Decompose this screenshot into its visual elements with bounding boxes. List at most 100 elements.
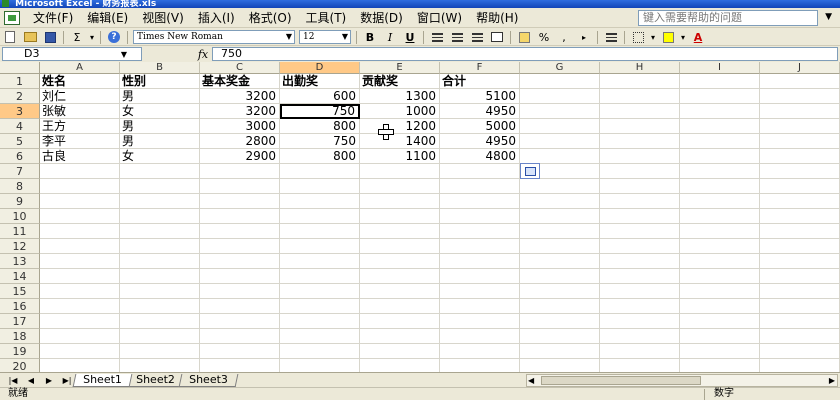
cell-h5[interactable] [600,134,680,149]
cell-j15[interactable] [760,284,840,299]
cell-f20[interactable] [440,359,520,372]
row-header-20[interactable]: 20 [0,359,40,372]
cell-c3[interactable]: 3200 [200,104,280,119]
row-header-5[interactable]: 5 [0,134,40,149]
cell-c11[interactable] [200,224,280,239]
cell-c12[interactable] [200,239,280,254]
cell-h10[interactable] [600,209,680,224]
cell-d17[interactable] [280,314,360,329]
cell-a9[interactable] [40,194,120,209]
cell-e1[interactable]: 贡献奖 [360,74,440,89]
cell-e19[interactable] [360,344,440,359]
cell-f15[interactable] [440,284,520,299]
cell-f3[interactable]: 4950 [440,104,520,119]
cell-a6[interactable]: 古良 [40,149,120,164]
cell-a18[interactable] [40,329,120,344]
menu-window[interactable]: 窗口(W) [410,9,469,27]
cell-b7[interactable] [120,164,200,179]
row-header-2[interactable]: 2 [0,89,40,104]
row-header-13[interactable]: 13 [0,254,40,269]
cell-c17[interactable] [200,314,280,329]
currency-button[interactable] [515,30,533,45]
row-header-7[interactable]: 7 [0,164,40,179]
scroll-right-icon[interactable]: ▶ [829,375,835,386]
row-header-6[interactable]: 6 [0,149,40,164]
row-header-1[interactable]: 1 [0,74,40,89]
menu-view[interactable]: 视图(V) [135,9,191,27]
cell-a17[interactable] [40,314,120,329]
cell-i17[interactable] [680,314,760,329]
cell-h17[interactable] [600,314,680,329]
row-header-11[interactable]: 11 [0,224,40,239]
menu-tools[interactable]: 工具(T) [299,9,354,27]
cell-b17[interactable] [120,314,200,329]
cell-i7[interactable] [680,164,760,179]
scroll-thumb[interactable] [541,376,701,385]
previous-sheet-icon[interactable]: ◀ [22,376,40,385]
cell-f16[interactable] [440,299,520,314]
cell-c8[interactable] [200,179,280,194]
cell-f2[interactable]: 5100 [440,89,520,104]
cell-h2[interactable] [600,89,680,104]
cell-b20[interactable] [120,359,200,372]
cell-a13[interactable] [40,254,120,269]
cell-e10[interactable] [360,209,440,224]
cell-g4[interactable] [520,119,600,134]
cell-a12[interactable] [40,239,120,254]
next-sheet-icon[interactable]: ▶ [40,376,58,385]
cell-d16[interactable] [280,299,360,314]
cell-b9[interactable] [120,194,200,209]
fill-color-button[interactable] [659,30,677,45]
align-left-button[interactable] [428,30,446,45]
first-sheet-icon[interactable]: |◀ [4,376,22,385]
cell-j14[interactable] [760,269,840,284]
cell-f10[interactable] [440,209,520,224]
cell-a2[interactable]: 刘仁 [40,89,120,104]
cell-b10[interactable] [120,209,200,224]
row-header-14[interactable]: 14 [0,269,40,284]
menu-help[interactable]: 帮助(H) [469,9,525,27]
cell-i18[interactable] [680,329,760,344]
row-header-8[interactable]: 8 [0,179,40,194]
cell-i11[interactable] [680,224,760,239]
cell-e8[interactable] [360,179,440,194]
cell-c5[interactable]: 2800 [200,134,280,149]
cell-i8[interactable] [680,179,760,194]
cell-b18[interactable] [120,329,200,344]
sheet-tab-sheet1[interactable]: Sheet1 [72,373,133,387]
cell-d7[interactable] [280,164,360,179]
cell-b16[interactable] [120,299,200,314]
menu-file[interactable]: 文件(F) [26,9,80,27]
cell-e15[interactable] [360,284,440,299]
cell-d9[interactable] [280,194,360,209]
cell-d6[interactable]: 800 [280,149,360,164]
cell-j2[interactable] [760,89,840,104]
cell-h14[interactable] [600,269,680,284]
cell-b6[interactable]: 女 [120,149,200,164]
cell-a1[interactable]: 姓名 [40,74,120,89]
cell-e14[interactable] [360,269,440,284]
cell-i5[interactable] [680,134,760,149]
column-header-b[interactable]: B [120,62,200,74]
cell-a5[interactable]: 李平 [40,134,120,149]
cell-i3[interactable] [680,104,760,119]
cell-a4[interactable]: 王方 [40,119,120,134]
cell-j11[interactable] [760,224,840,239]
cell-c7[interactable] [200,164,280,179]
cell-j12[interactable] [760,239,840,254]
cell-h4[interactable] [600,119,680,134]
column-header-a[interactable]: A [40,62,120,74]
sheet-tab-sheet2[interactable]: Sheet2 [125,373,186,387]
cell-i6[interactable] [680,149,760,164]
cell-a20[interactable] [40,359,120,372]
formula-input[interactable]: 750 [212,47,838,61]
column-header-g[interactable]: G [520,62,600,74]
cell-i16[interactable] [680,299,760,314]
font-size-select[interactable]: 12 ▼ [299,30,351,44]
open-button[interactable] [21,30,39,45]
row-header-16[interactable]: 16 [0,299,40,314]
cell-h19[interactable] [600,344,680,359]
decrease-indent-button[interactable] [602,30,620,45]
cell-c14[interactable] [200,269,280,284]
cell-j10[interactable] [760,209,840,224]
